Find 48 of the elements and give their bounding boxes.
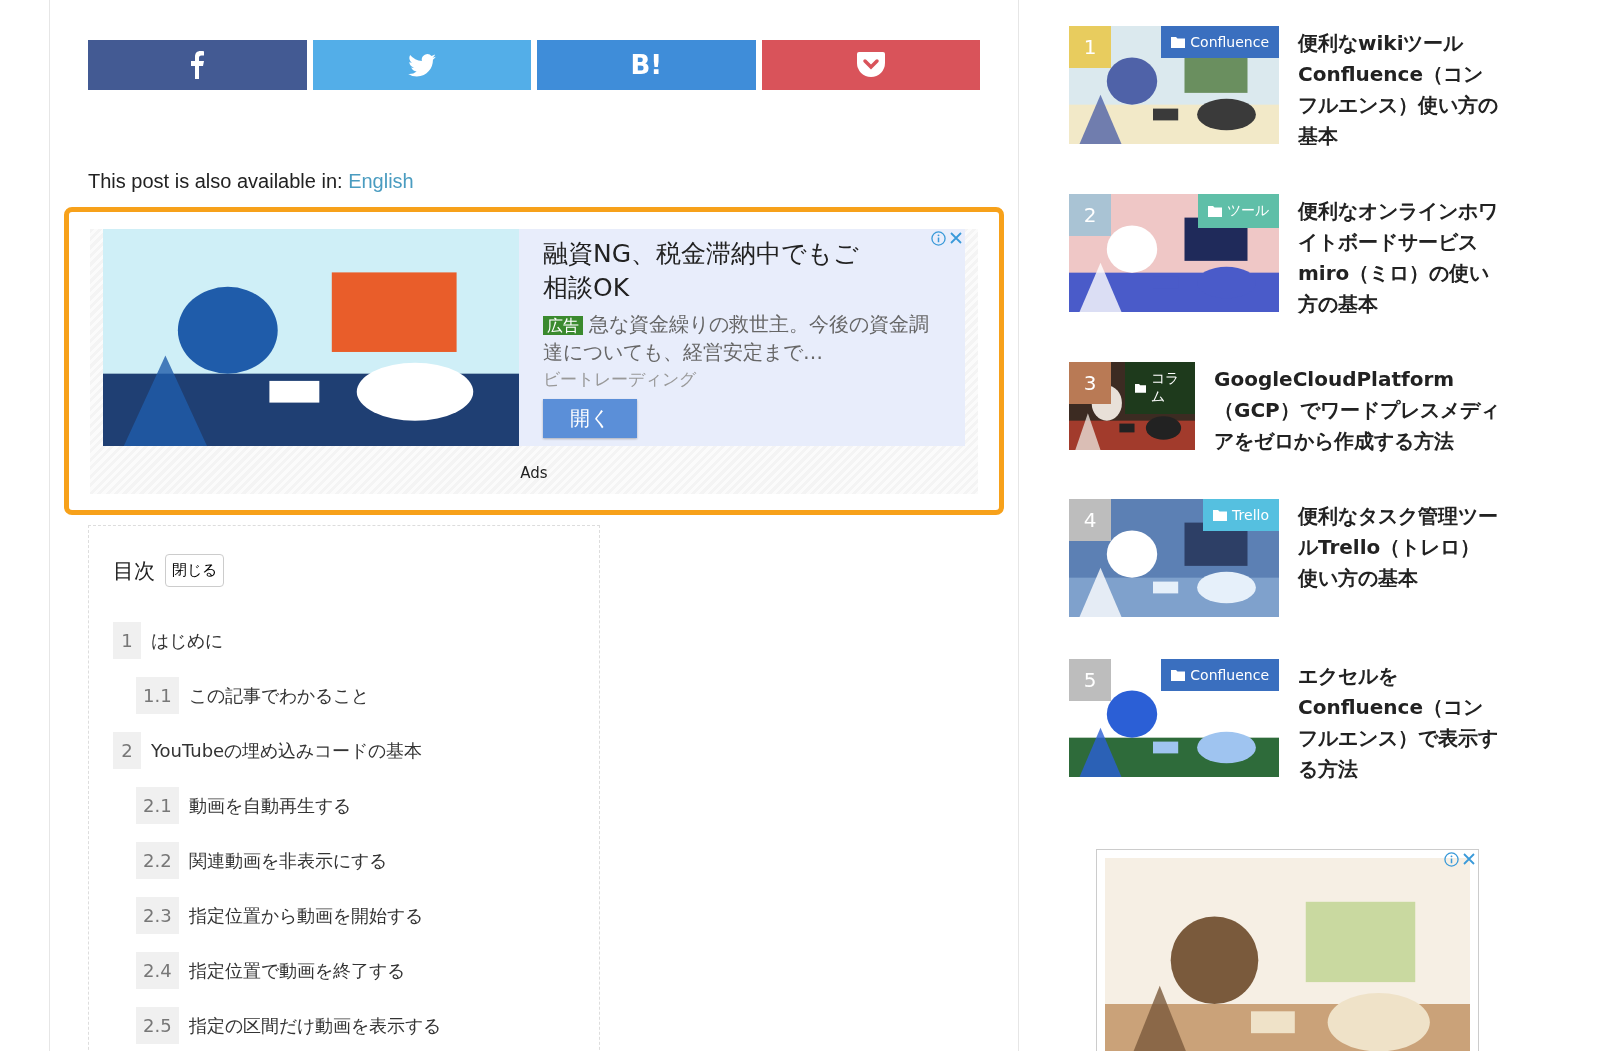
share-button[interactable]	[761, 40, 980, 90]
advertiser-name: ビートレーディング	[543, 368, 697, 391]
toc-link[interactable]: 動画を自動再生する	[188, 793, 351, 818]
ads-label: Ads	[519, 463, 549, 484]
section-number: 1	[113, 622, 141, 659]
section-number: 2.1	[136, 787, 179, 824]
section-number: 2.3	[136, 897, 179, 934]
section-number: 2.2	[136, 842, 179, 879]
section-number: 1.1	[136, 677, 179, 714]
toc-link[interactable]: 関連動画を非表示にする	[188, 848, 387, 873]
info-icon[interactable]	[931, 231, 946, 246]
toc-link[interactable]: YouTubeの埋め込みコードの基本	[151, 738, 423, 763]
article-title[interactable]: GoogleCloudPlatform（GCP）でワードプレスメディアをゼロから作成する方法	[1214, 364, 1507, 457]
pocket-icon	[856, 52, 885, 78]
rank-badge: 1	[1069, 26, 1111, 68]
article-title[interactable]: エクセルをConfluence（コンフルエンス）で表示する方法	[1298, 661, 1498, 785]
bird-icon	[407, 53, 436, 77]
article-title[interactable]: 便利なオンラインホワイトボードサービスmiro（ミロ）の使い方の基本	[1298, 196, 1498, 320]
toc-link[interactable]: この記事でわかること	[188, 683, 369, 708]
close-icon[interactable]	[949, 231, 963, 245]
rank-badge: 2	[1069, 194, 1111, 236]
toc-link[interactable]: 指定位置で動画を終了する	[188, 958, 405, 983]
rank-badge: 5	[1069, 659, 1111, 701]
toc-link[interactable]: 指定の区間だけ動画を表示する	[188, 1013, 441, 1038]
toc-title: 目次	[113, 557, 155, 585]
article-title[interactable]: 便利なタスク管理ツールTrello（トレロ）使い方の基本	[1298, 501, 1498, 594]
category-tag[interactable]: コラム	[1125, 362, 1195, 414]
folder-icon	[1171, 36, 1186, 48]
facebook-icon	[190, 51, 205, 79]
section-number: 2.5	[136, 1007, 179, 1044]
toc-link[interactable]: 指定位置から動画を開始する	[188, 903, 423, 928]
folder-icon	[1171, 669, 1186, 681]
article-title[interactable]: 便利なwikiツールConfluence（コンフルエンス）使い方の基本	[1298, 28, 1498, 152]
section-number: 2	[113, 732, 141, 769]
ad-headline: 融資NG、税金滞納中でもご相談OK	[543, 238, 861, 304]
category-tag[interactable]: Confluence	[1161, 26, 1279, 58]
section-number: 2.4	[136, 952, 179, 989]
folder-icon	[1135, 382, 1147, 394]
language-notice: This post is also available in: English	[88, 170, 415, 193]
rank-badge: 3	[1069, 362, 1111, 404]
close-icon[interactable]	[1462, 852, 1476, 866]
rank-badge: 4	[1069, 499, 1111, 541]
toc-link[interactable]: はじめに	[151, 628, 223, 653]
close-toc-button[interactable]: 閉じる	[165, 554, 224, 587]
share-button[interactable]	[312, 40, 531, 90]
info-icon[interactable]	[1444, 852, 1459, 867]
ad-description: 広告 急な資金繰りの救世主。今後の資金調達についても、経営安定まで…	[543, 311, 930, 366]
category-tag[interactable]: Confluence	[1161, 659, 1279, 691]
